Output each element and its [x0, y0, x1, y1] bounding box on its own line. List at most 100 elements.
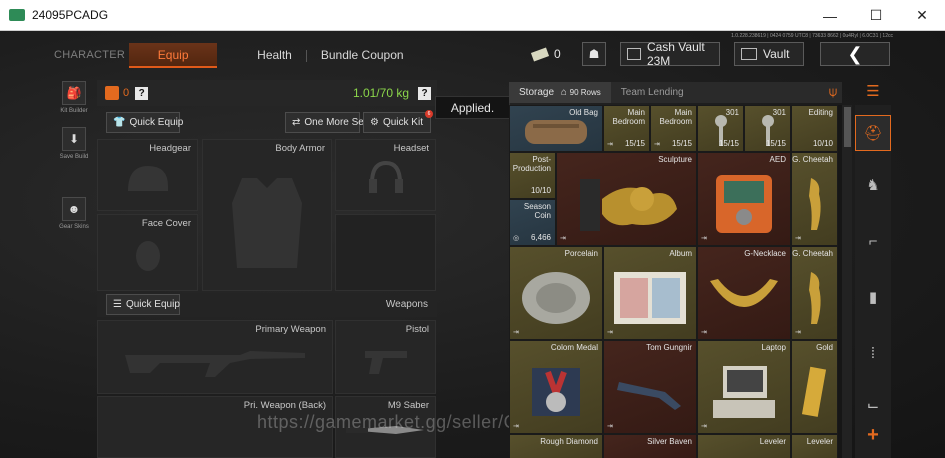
record-icon: ⇥ [607, 329, 613, 336]
headgear-slot[interactable]: Headgear [97, 139, 198, 211]
item-gold[interactable]: Gold [791, 340, 838, 434]
item-leveler[interactable]: Leveler [697, 434, 791, 458]
tab-team-lending[interactable]: Team Lending [611, 82, 694, 103]
record-icon: ⇥ [654, 141, 660, 148]
weapons-quick-equip-button[interactable]: ☰ Quick Equip [106, 294, 180, 315]
category-all[interactable]: ☰ [855, 77, 891, 105]
bag-icon [105, 86, 119, 100]
back-button[interactable]: ❮ [820, 42, 890, 66]
category-ammo[interactable]: ⁞ [855, 335, 891, 371]
top-nav: CHARACTER Equip Health Bundle Coupon [50, 43, 418, 68]
record-icon: ⇥ [513, 329, 519, 336]
maximize-button[interactable]: ☐ [853, 0, 899, 31]
vault-label: Vault [763, 47, 790, 61]
pistol-label: Pistol [405, 324, 429, 335]
primary-weapon-slot[interactable]: Primary Weapon [97, 320, 333, 394]
vault-button[interactable]: Vault [734, 42, 804, 66]
boar-icon: ♞ [866, 177, 880, 194]
cash-vault-button[interactable]: Cash Vault 23M [620, 40, 720, 68]
item-key-301[interactable]: 301 15/15 [697, 105, 744, 152]
item-porcelain[interactable]: Porcelain ⇥ [509, 246, 603, 340]
add-icon: + [867, 423, 879, 446]
quick-kit-badge: 6 [425, 110, 433, 118]
item-sculpture[interactable]: Sculpture ⇥ [556, 152, 697, 246]
tab-health[interactable]: Health [243, 43, 306, 68]
quick-kit-button[interactable]: ⚙ Quick Kit [363, 112, 431, 133]
item-key-post-production[interactable]: Post- Production 10/10 [509, 152, 556, 199]
item-key-main-bedroom[interactable]: Main Bedroom 15/15 ⇥ [603, 105, 650, 152]
body-armor-slot[interactable]: Body Armor [202, 139, 332, 291]
primary-weapon-label: Primary Weapon [255, 324, 326, 335]
swap-icon: ⇄ [292, 117, 301, 128]
close-button[interactable]: ✕ [899, 0, 945, 31]
weight-bar: 0 ? 1.01/70 kg ? [97, 80, 437, 106]
gold-bar-icon [801, 366, 826, 417]
item-silver-baven[interactable]: Silver Baven [603, 434, 697, 458]
item-key-301[interactable]: 301 15/15 [744, 105, 791, 152]
armor-silhouette-icon [232, 177, 302, 268]
quick-equip-button[interactable]: 👕 Quick Equip [106, 112, 184, 133]
item-rough-diamond[interactable]: Rough Diamond [509, 434, 603, 458]
category-magazine[interactable]: ▮ [855, 279, 891, 315]
shirt-icon: 👕 [113, 117, 126, 128]
save-build-label: Save Build [59, 154, 89, 160]
tab-bundle-coupon[interactable]: Bundle Coupon [307, 43, 418, 68]
weapons-quick-equip-label: Quick Equip [125, 299, 180, 310]
record-icon: ⇥ [607, 423, 613, 430]
tab-equip[interactable]: Equip [129, 43, 218, 68]
debug-info: 1.0.228.238619 | 0424 0759 UTC8 | 73633 … [731, 33, 893, 39]
storage-scrollbar[interactable] [842, 105, 852, 458]
item-g-cheetah[interactable]: G. Cheetah ⇥ [791, 152, 838, 246]
add-category-button[interactable]: + [855, 423, 891, 446]
pistol-slot[interactable]: Pistol [335, 320, 436, 394]
tab-character[interactable]: CHARACTER [50, 43, 129, 68]
vault-cash-icon [627, 48, 641, 60]
cash-counter[interactable]: 0 [530, 42, 572, 66]
item-colom-medal[interactable]: Colom Medal ⇥ [509, 340, 603, 434]
download-icon: ⬇ [62, 127, 86, 151]
weapons-label: Weapons [385, 299, 428, 310]
headset-slot[interactable]: Headset [335, 139, 436, 211]
cash-count: 0 [554, 47, 561, 61]
sort-icon[interactable]: ⍦ [823, 83, 843, 103]
item-key-main-bedroom[interactable]: Main Bedroom 15/15 ⇥ [650, 105, 697, 152]
item-old-bag[interactable]: Old Bag [509, 105, 603, 152]
help-icon[interactable]: ? [135, 86, 149, 100]
record-icon: ⇥ [701, 329, 707, 336]
item-key-editing[interactable]: Editing 10/10 [791, 105, 838, 152]
quick-equip-label: Quick Equip [129, 117, 184, 128]
storage-label: Storage [519, 87, 555, 98]
category-helmet[interactable]: ⛑ [855, 115, 891, 151]
record-icon: ⇥ [701, 235, 707, 242]
tab-storage[interactable]: Storage ⌂ 90 Rows [509, 82, 611, 103]
one-more-set-button[interactable]: ⇄ One More Set [285, 112, 367, 133]
category-armor[interactable]: ♞ [855, 167, 891, 203]
category-boot[interactable]: ⌙ [855, 387, 891, 423]
gear-skins-tool[interactable]: ☻ Gear Skins [56, 197, 92, 230]
item-tom-gungnir[interactable]: Tom Gungnir ⇥ [603, 340, 697, 434]
kit-builder-tool[interactable]: 🎒 Kit Builder [56, 81, 92, 114]
item-leveler[interactable]: Leveler [791, 434, 838, 458]
item-laptop[interactable]: Laptop ⇥ [697, 340, 791, 434]
operator-button[interactable]: ☗ [582, 42, 606, 66]
face-cover-slot[interactable]: Face Cover [97, 214, 198, 291]
one-more-set-label: One More Set [304, 117, 367, 128]
coin-icon: ◎ [513, 235, 520, 242]
save-build-tool[interactable]: ⬇ Save Build [56, 127, 92, 160]
cheetah-icon [808, 177, 821, 230]
storage-scrollbar-thumb[interactable] [844, 107, 851, 147]
item-season-coin[interactable]: Season Coin 6,466 ◎ [509, 199, 556, 246]
rifle-icon: ⌐ [868, 232, 878, 250]
item-album[interactable]: Album ⇥ [603, 246, 697, 340]
item-g-necklace[interactable]: G-Necklace ⇥ [697, 246, 791, 340]
minimize-button[interactable]: — [807, 0, 853, 31]
record-icon: ⇥ [607, 141, 613, 148]
boot-icon: ⌙ [866, 397, 880, 414]
item-aed[interactable]: AED ⇥ [697, 152, 791, 246]
item-g-cheetah[interactable]: G. Cheetah ⇥ [791, 246, 838, 340]
body-armor-label: Body Armor [275, 143, 325, 154]
gungnir-icon [617, 381, 681, 410]
category-rifle[interactable]: ⌐ [855, 223, 891, 259]
weight-help-icon[interactable]: ? [418, 86, 431, 100]
ammo-icon: ⁞ [870, 344, 876, 362]
